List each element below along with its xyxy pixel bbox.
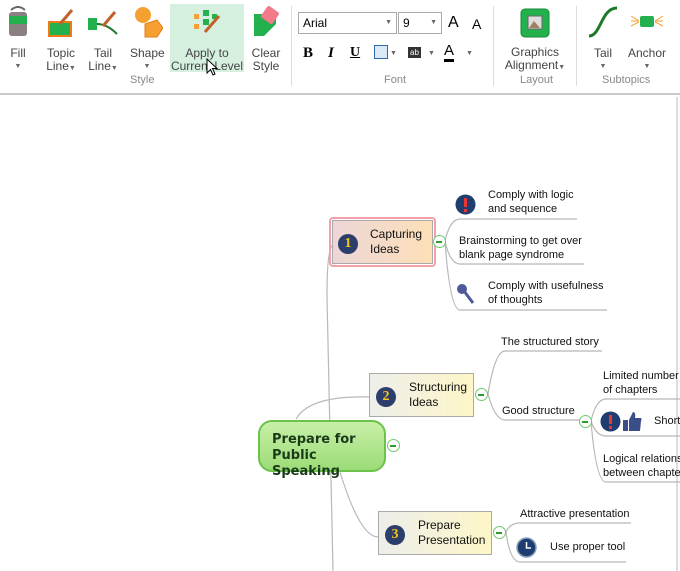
subtopic-limited-chapters[interactable]: Limited number of chapters — [603, 369, 679, 397]
mouse-cursor-icon — [206, 58, 219, 76]
shape-icon — [135, 7, 164, 38]
underline-button[interactable]: U — [350, 45, 360, 61]
topic-capturing-ideas[interactable]: 1 Capturing Ideas — [332, 220, 433, 264]
priority-1-icon: 1 — [338, 234, 358, 254]
paint-bucket-icon — [9, 6, 27, 36]
priority-2-icon: 2 — [376, 387, 396, 407]
collapse-button[interactable] — [475, 388, 488, 401]
clear-style-button[interactable]: Clear Style — [248, 6, 284, 73]
graphics-alignment-button[interactable]: Graphics Alignment▼ — [500, 8, 570, 74]
tail-curve-icon — [588, 6, 618, 38]
eraser-icon — [254, 6, 279, 36]
divider — [493, 6, 494, 86]
shrink-font-button[interactable]: A — [472, 16, 481, 32]
divider — [576, 6, 577, 86]
anchor-icon — [630, 15, 664, 27]
subtopic-structured-story[interactable]: The structured story — [501, 335, 599, 349]
text-align-button[interactable] — [374, 45, 388, 59]
collapse-button[interactable] — [433, 235, 446, 248]
tail-button[interactable]: Tail ▼ — [586, 6, 620, 73]
priority-3-icon: 3 — [385, 525, 405, 545]
image-icon — [520, 8, 550, 38]
subtopic-good-structure[interactable]: Good structure — [502, 404, 575, 418]
subtopic-use-proper-tool[interactable]: Use proper tool — [550, 540, 625, 554]
grow-font-button[interactable]: A — [448, 14, 459, 32]
apply-style-icon — [194, 10, 221, 33]
exclamation-icon — [600, 411, 621, 432]
font-family-select[interactable]: Arial ▼ — [298, 12, 397, 34]
font-size-select[interactable]: 9 ▼ — [398, 12, 442, 34]
topic-structuring-ideas[interactable]: 2 Structuring Ideas — [369, 373, 474, 417]
tail-line-button[interactable]: Tail Line▼ — [86, 6, 120, 75]
mind-map-canvas[interactable]: Prepare for Public Speaking 1 Capturing Id… — [0, 97, 680, 571]
shape-button[interactable]: Shape ▼ — [130, 6, 165, 73]
font-group-label: Font — [384, 74, 407, 86]
tail-line-icon — [88, 11, 118, 35]
collapse-button[interactable] — [493, 526, 506, 539]
thumbs-up-icon — [623, 412, 642, 431]
subtopic-brainstorming[interactable]: Brainstorming to get over blank page synd… — [459, 234, 582, 262]
subtopic-short[interactable]: Short — [654, 414, 680, 428]
layout-group-label: Layout — [520, 74, 554, 86]
ribbon: Fill ▼ Topic Line▼ Tail Line▼ Shape ▼ Apply … — [0, 0, 680, 95]
subtopic-comply-logic[interactable]: Comply with logic and sequence — [488, 188, 574, 216]
divider — [291, 6, 292, 86]
collapse-button[interactable] — [387, 439, 400, 452]
topic-line-icon — [48, 9, 74, 37]
exclamation-icon — [455, 194, 476, 215]
clock-icon — [516, 537, 537, 558]
font-color-button[interactable]: A — [444, 43, 455, 62]
topic-prepare-presentation[interactable]: 3 Prepare Presentation — [378, 511, 492, 555]
italic-button[interactable]: I — [328, 45, 334, 62]
key-icon — [457, 284, 475, 304]
connector-lines — [295, 218, 680, 571]
subtopic-attractive-presentation[interactable]: Attractive presentation — [520, 507, 629, 521]
subtopic-logical-relations[interactable]: Logical relations between chapte — [603, 452, 680, 480]
collapse-button[interactable] — [579, 415, 592, 428]
highlight-button[interactable]: ab — [408, 47, 421, 58]
style-group-label: Style — [130, 74, 155, 86]
bold-button[interactable]: B — [303, 45, 313, 62]
subtopics-group-label: Subtopics — [602, 74, 651, 86]
subtopic-comply-usefulness[interactable]: Comply with usefulness of thoughts — [488, 279, 604, 307]
fill-button[interactable]: Fill ▼ — [4, 6, 32, 73]
anchor-button[interactable]: Anchor ▼ — [626, 6, 668, 73]
central-topic[interactable]: Prepare for Public Speaking — [258, 420, 386, 479]
topic-line-button[interactable]: Topic Line▼ — [44, 6, 78, 75]
